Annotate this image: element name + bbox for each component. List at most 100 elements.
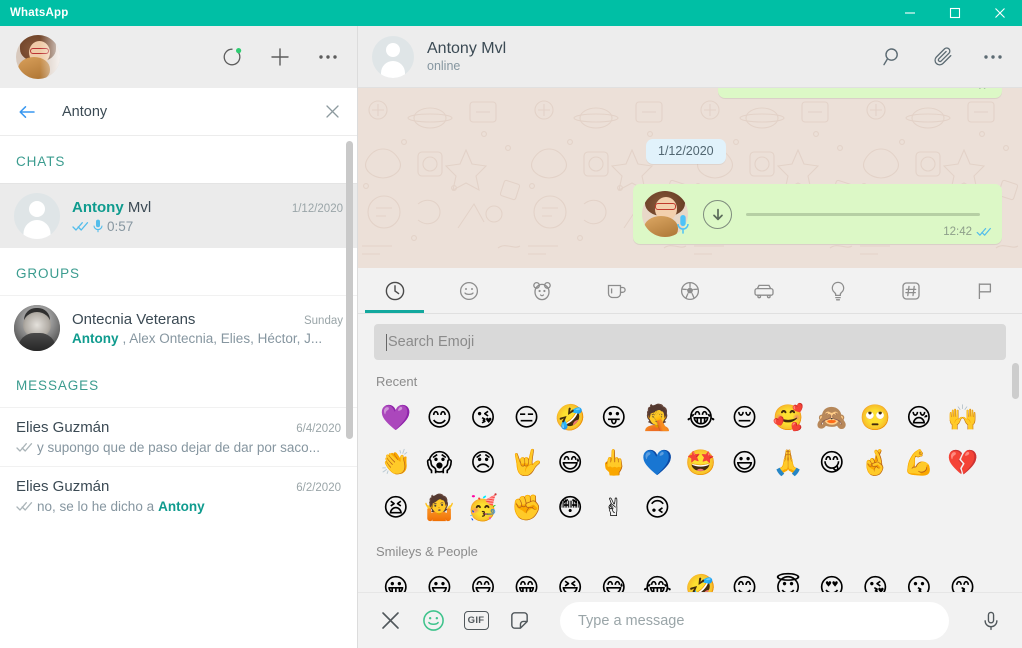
emoji-cell[interactable]: ✌ <box>592 485 636 530</box>
left-scrollbar[interactable] <box>346 141 353 439</box>
emoji-tab-travel-places[interactable] <box>727 268 801 313</box>
search-icon[interactable] <box>882 46 904 68</box>
section-header-groups: GROUPS <box>0 248 357 295</box>
emoji-cell[interactable]: 😊 <box>418 395 462 440</box>
conversation-area[interactable]: APK · 25 MB 04:31 1/12/2020 <box>358 88 1022 268</box>
emoji-cell[interactable]: 💪 <box>897 440 941 485</box>
emoji-tab-food-drink[interactable] <box>579 268 653 313</box>
message-bubble-voice-note[interactable]: 12:42 <box>633 184 1002 244</box>
emoji-cell[interactable]: 🤦 <box>636 395 680 440</box>
emoji-tab-smileys-people[interactable] <box>432 268 506 313</box>
emoji-cell[interactable]: 🖕 <box>592 440 636 485</box>
emoji-cell[interactable]: 😫 <box>374 485 418 530</box>
emoji-cell[interactable]: 😔 <box>723 395 767 440</box>
gif-icon[interactable]: GIF <box>462 607 490 635</box>
smiley-icon[interactable] <box>419 607 447 635</box>
emoji-tab-activity[interactable] <box>653 268 727 313</box>
emoji-category-label-recent: Recent <box>376 374 418 389</box>
paperclip-icon[interactable] <box>932 46 954 68</box>
emoji-cell[interactable]: 😄 <box>461 565 505 592</box>
emoji-cell[interactable]: 😪 <box>897 395 941 440</box>
voice-progress-track[interactable] <box>746 213 980 216</box>
emoji-cell[interactable]: 😂 <box>636 565 680 592</box>
emoji-cell[interactable]: 😋 <box>810 440 854 485</box>
message-result-name: Elies Guzmán <box>16 478 110 495</box>
emoji-tab-animals-nature[interactable] <box>506 268 580 313</box>
emoji-cell[interactable]: 💜 <box>374 395 418 440</box>
back-arrow-icon[interactable] <box>14 99 40 125</box>
emoji-cell[interactable]: 🤞 <box>854 440 898 485</box>
default-contact-avatar <box>14 193 60 239</box>
emoji-tab-objects[interactable] <box>801 268 875 313</box>
emoji-cell[interactable]: 🤩 <box>679 440 723 485</box>
maximize-icon[interactable] <box>932 0 977 26</box>
avatar[interactable] <box>16 35 60 79</box>
download-arrow-icon[interactable] <box>703 200 732 229</box>
emoji-cell[interactable]: 🤣 <box>548 395 592 440</box>
close-emoji-panel-icon[interactable] <box>376 607 404 635</box>
double-check-icon <box>976 88 992 90</box>
emoji-scroll-area[interactable]: Recent 💜 😊 😘 😑 🤣 😛 🤦 😂 😔 🥰 🙈 🙄 😪 🙌 👏 😱 😞 🤟 😅 🖕 💙 🤩 😃 🙏 😋 🤞 💪 💔 😫 🤷 🥳 ✊ 😳… <box>358 360 1022 592</box>
message-bubble-document[interactable]: APK · 25 MB 04:31 <box>718 88 1002 98</box>
default-contact-avatar[interactable] <box>372 35 414 78</box>
emoji-cell[interactable]: 😆 <box>548 565 592 592</box>
emoji-cell[interactable]: 😑 <box>505 395 549 440</box>
emoji-cell[interactable]: 😱 <box>418 440 462 485</box>
emoji-cell[interactable]: 🙄 <box>854 395 898 440</box>
emoji-cell[interactable]: 😁 <box>505 565 549 592</box>
emoji-tab-flags[interactable] <box>948 268 1022 313</box>
emoji-cell[interactable]: 😊 <box>723 565 767 592</box>
left-scroll-area[interactable]: CHATS Antony Mvl 1/12/2020 0:57 GROUPS O… <box>0 136 357 648</box>
message-result-item[interactable]: Elies Guzmán 6/2/2020 no, se lo he dicho… <box>0 466 357 525</box>
emoji-cell[interactable]: 🤣 <box>679 565 723 592</box>
emoji-cell[interactable]: 🙃 <box>636 485 680 530</box>
emoji-cell[interactable]: ✊ <box>505 485 549 530</box>
group-members-rest: , Alex Ontecnia, Elies, Héctor, J... <box>122 330 323 346</box>
emoji-cell[interactable]: 😳 <box>548 485 592 530</box>
message-result-item[interactable]: Elies Guzmán 6/4/2020 y supongo que de p… <box>0 407 357 466</box>
clear-search-icon[interactable] <box>321 101 343 123</box>
emoji-cell[interactable]: 🤷 <box>418 485 462 530</box>
emoji-cell[interactable]: 🤟 <box>505 440 549 485</box>
emoji-cell[interactable]: 😘 <box>461 395 505 440</box>
emoji-cell[interactable]: 🙈 <box>810 395 854 440</box>
emoji-cell[interactable]: 💙 <box>636 440 680 485</box>
emoji-cell[interactable]: 😅 <box>592 565 636 592</box>
emoji-cell[interactable]: 😗 <box>897 565 941 592</box>
emoji-cell[interactable]: 😍 <box>810 565 854 592</box>
minimize-icon[interactable] <box>887 0 932 26</box>
emoji-cell[interactable]: 😞 <box>461 440 505 485</box>
overflow-menu-icon[interactable] <box>982 46 1004 68</box>
emoji-cell[interactable]: 😃 <box>723 440 767 485</box>
emoji-tab-recent[interactable] <box>358 268 432 313</box>
emoji-cell[interactable]: 😙 <box>941 565 985 592</box>
message-input[interactable] <box>560 601 949 640</box>
chat-list-item-antony[interactable]: Antony Mvl 1/12/2020 0:57 <box>0 183 357 248</box>
group-list-item-ontecnia-veterans[interactable]: Ontecnia Veterans Sunday Antony, Alex On… <box>0 295 357 360</box>
status-ring-icon[interactable] <box>219 44 245 70</box>
emoji-cell[interactable]: 😀 <box>374 565 418 592</box>
emoji-tab-symbols[interactable] <box>874 268 948 313</box>
emoji-cell[interactable]: 🥳 <box>461 485 505 530</box>
close-icon[interactable] <box>977 0 1022 26</box>
emoji-cell[interactable]: 😂 <box>679 395 723 440</box>
microphone-icon[interactable] <box>978 608 1004 634</box>
emoji-cell[interactable]: 😛 <box>592 395 636 440</box>
section-header-messages: MESSAGES <box>0 360 357 407</box>
emoji-cell[interactable]: 👏 <box>374 440 418 485</box>
emoji-cell[interactable]: 🙏 <box>766 440 810 485</box>
search-input[interactable] <box>40 103 321 120</box>
emoji-cell[interactable]: 💔 <box>941 440 985 485</box>
overflow-menu-icon[interactable] <box>315 44 341 70</box>
emoji-search-input[interactable]: Search Emoji <box>374 324 1006 360</box>
emoji-cell[interactable]: 🥰 <box>766 395 810 440</box>
emoji-cell[interactable]: 😘 <box>854 565 898 592</box>
plus-icon[interactable] <box>267 44 293 70</box>
emoji-scrollbar[interactable] <box>1012 363 1019 399</box>
emoji-cell[interactable]: 🙌 <box>941 395 985 440</box>
right-pane: Antony Mvl online 1/12/2020 12:42 Search… <box>358 26 1022 648</box>
emoji-cell[interactable]: 😃 <box>418 565 462 592</box>
sticker-icon[interactable] <box>505 607 533 635</box>
emoji-cell[interactable]: 😅 <box>548 440 592 485</box>
emoji-cell[interactable]: 😇 <box>766 565 810 592</box>
